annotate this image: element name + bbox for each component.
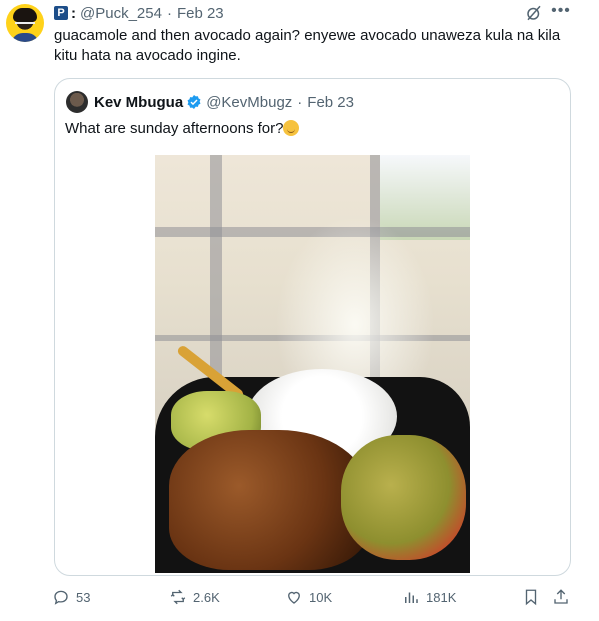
repost-button[interactable]: 2.6K bbox=[169, 586, 220, 608]
views-button[interactable]: 181K bbox=[402, 586, 456, 608]
header-separator: · bbox=[166, 4, 172, 22]
reply-icon bbox=[54, 590, 68, 605]
reply-button[interactable]: 53 bbox=[52, 586, 90, 608]
more-options-icon[interactable]: ••• bbox=[551, 3, 571, 22]
like-count: 10K bbox=[309, 589, 333, 605]
share-button[interactable] bbox=[552, 586, 576, 608]
quoted-author-handle[interactable]: @KevMbugz bbox=[206, 94, 292, 111]
quoted-tweet-photo[interactable] bbox=[155, 155, 470, 573]
photo-guacamole bbox=[341, 435, 466, 560]
quoted-tweet-header: Kev Mbugua @KevMbugz · Feb 23 bbox=[94, 92, 354, 112]
tweet-actions-bar: 53 2.6K 10K 181K bbox=[52, 586, 572, 610]
verified-badge-icon bbox=[187, 95, 201, 109]
quoted-tweet-text: What are sunday afternoons for? bbox=[65, 120, 284, 137]
relieved-face-emoji-icon bbox=[283, 120, 300, 136]
views-count: 181K bbox=[426, 589, 457, 605]
bookmark-button[interactable] bbox=[522, 586, 546, 608]
author-avatar[interactable] bbox=[6, 4, 44, 42]
photo-chicken bbox=[169, 430, 369, 570]
quoted-tweet-text-line: What are sunday afternoons for? bbox=[65, 119, 300, 139]
tweet-text: guacamole and then avocado again? enyewe… bbox=[54, 27, 561, 64]
author-handle[interactable]: @Puck_254 bbox=[80, 5, 162, 22]
quoted-author-name[interactable]: Kev Mbugua bbox=[94, 94, 183, 111]
bookmark-icon bbox=[525, 589, 537, 606]
repost-count: 2.6K bbox=[193, 589, 220, 605]
quoted-header-separator: · bbox=[297, 93, 303, 111]
affiliation-badge-icon[interactable]: P bbox=[54, 6, 68, 20]
quoted-tweet-date[interactable]: Feb 23 bbox=[307, 94, 354, 111]
avatar-hair bbox=[13, 8, 37, 22]
views-chart-icon bbox=[405, 592, 418, 603]
reply-count: 53 bbox=[76, 589, 91, 605]
photo-window-frame bbox=[210, 155, 222, 385]
like-button[interactable]: 10K bbox=[285, 586, 332, 608]
avatar-glasses bbox=[15, 22, 35, 28]
header-colon: : bbox=[71, 4, 76, 22]
share-icon bbox=[554, 589, 568, 604]
avatar-shirt bbox=[11, 33, 39, 42]
heart-icon bbox=[288, 591, 300, 604]
tweet-header: P : @Puck_254 · Feb 23 bbox=[54, 4, 224, 22]
quoted-tweet[interactable]: Kev Mbugua @KevMbugz · Feb 23 What are s… bbox=[54, 78, 571, 576]
repost-icon bbox=[170, 589, 186, 605]
grok-icon[interactable] bbox=[525, 4, 543, 22]
quoted-author-avatar[interactable] bbox=[66, 91, 88, 113]
tweet-date[interactable]: Feb 23 bbox=[177, 5, 224, 22]
